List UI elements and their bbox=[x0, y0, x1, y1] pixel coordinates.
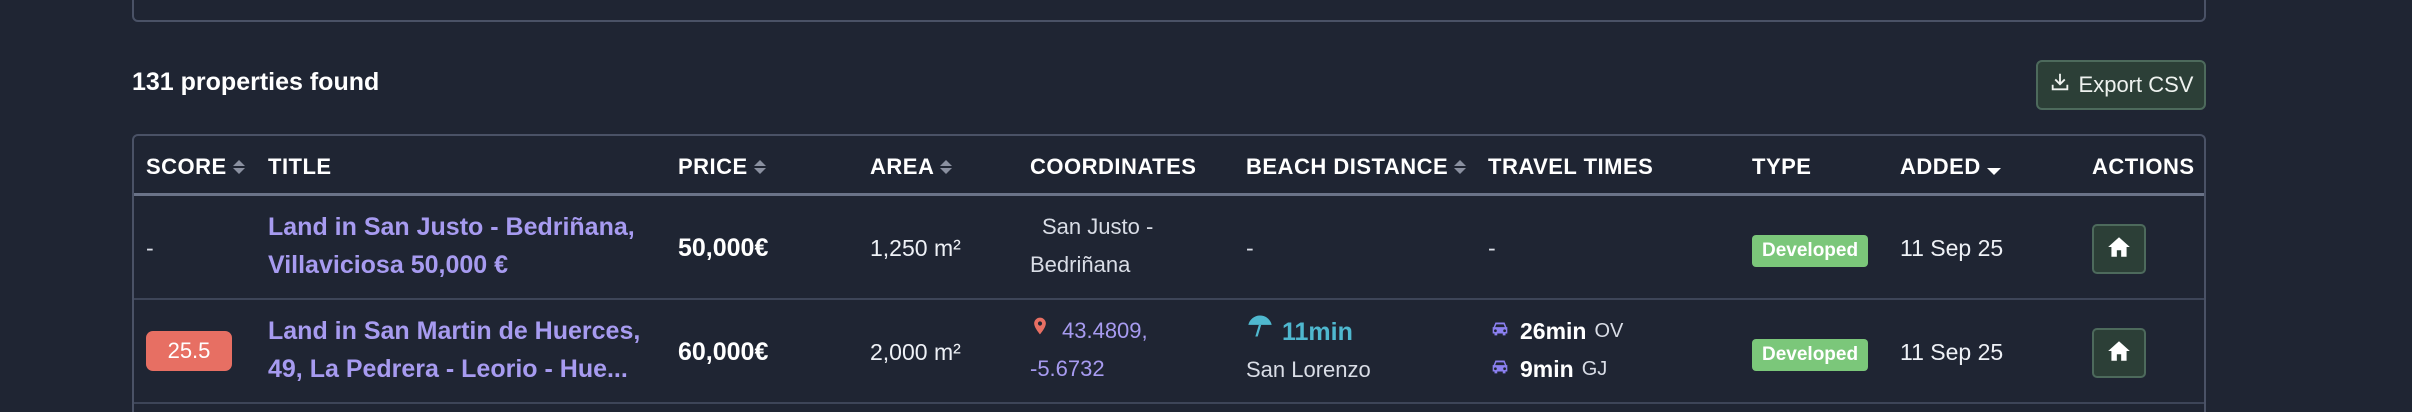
car-icon bbox=[1488, 312, 1512, 350]
table-row: 25.5 Land in San Martin de Huerces, 49, … bbox=[134, 300, 2204, 404]
umbrella-icon bbox=[1246, 312, 1274, 351]
column-header-actions: ACTIONS bbox=[2092, 154, 2195, 179]
map-pin-icon bbox=[1030, 312, 1050, 350]
results-count: 131 properties found bbox=[132, 68, 380, 96]
sort-icon bbox=[1454, 160, 1467, 174]
beach-distance-value: - bbox=[1246, 235, 1254, 261]
column-header-type[interactable]: TYPE bbox=[1752, 154, 1811, 180]
beach-distance-cell: 11min San Lorenzo bbox=[1246, 312, 1371, 389]
added-date: 11 Sep 25 bbox=[1900, 235, 2004, 261]
column-header-area[interactable]: AREA bbox=[870, 154, 953, 180]
table-row: - Land in San Justo - Bedriñana, Villavi… bbox=[134, 196, 2204, 300]
home-icon bbox=[2106, 234, 2132, 265]
score-cell: 25.5 bbox=[146, 331, 232, 371]
sort-icon bbox=[232, 160, 245, 174]
column-header-price[interactable]: PRICE bbox=[678, 154, 766, 180]
score-badge: 25.5 bbox=[146, 331, 232, 371]
type-cell: Developed bbox=[1752, 229, 1869, 267]
view-property-button[interactable] bbox=[2092, 224, 2146, 274]
travel-time-item: 9min GJ bbox=[1488, 350, 1623, 388]
column-header-title[interactable]: TITLE bbox=[268, 154, 332, 180]
type-cell: Developed bbox=[1752, 333, 1869, 371]
sort-icon bbox=[940, 160, 953, 174]
download-icon bbox=[2049, 71, 2071, 99]
sort-icon bbox=[753, 160, 766, 174]
coordinates-location: San Justo - Bedriñana bbox=[1030, 214, 1154, 277]
table-header: SCORE TITLE PRICE AREA COORDINATES BEACH… bbox=[134, 136, 2204, 196]
coordinates-link[interactable]: 43.4809, -5.6732 bbox=[1030, 312, 1148, 388]
travel-time-item: 26min OV bbox=[1488, 312, 1623, 350]
beach-time: 11min bbox=[1282, 317, 1353, 346]
travel-times-cell: 26min OV 9min GJ bbox=[1488, 312, 1623, 388]
export-csv-button[interactable]: Export CSV bbox=[2036, 60, 2206, 110]
column-header-coordinates[interactable]: COORDINATES bbox=[1030, 154, 1196, 180]
type-badge: Developed bbox=[1752, 235, 1869, 267]
home-icon bbox=[2106, 338, 2132, 369]
score-value: - bbox=[146, 235, 154, 261]
sort-desc-icon bbox=[1986, 167, 2001, 175]
price-value: 50,000€ bbox=[678, 234, 769, 262]
added-date: 11 Sep 25 bbox=[1900, 339, 2004, 365]
type-badge: Developed bbox=[1752, 339, 1869, 371]
price-value: 60,000€ bbox=[678, 338, 769, 366]
export-csv-label: Export CSV bbox=[2078, 72, 2194, 97]
filters-panel-bottom bbox=[132, 0, 2206, 22]
property-title-link[interactable]: Land in San Justo - Bedriñana, Villavici… bbox=[268, 208, 635, 284]
property-title-link[interactable]: Land in San Martin de Huerces, 49, La Pe… bbox=[268, 312, 640, 388]
column-header-beach-distance[interactable]: BEACH DISTANCE bbox=[1246, 154, 1467, 180]
area-value: 1,250 m² bbox=[870, 235, 961, 261]
column-header-score[interactable]: SCORE bbox=[146, 154, 245, 180]
view-property-button[interactable] bbox=[2092, 328, 2146, 378]
column-header-added[interactable]: ADDED bbox=[1900, 154, 2001, 180]
area-value: 2,000 m² bbox=[870, 339, 961, 365]
column-header-travel-times[interactable]: TRAVEL TIMES bbox=[1488, 154, 1653, 180]
travel-times-value: - bbox=[1488, 235, 1496, 261]
beach-name: San Lorenzo bbox=[1246, 357, 1371, 382]
car-icon bbox=[1488, 350, 1512, 388]
properties-table: SCORE TITLE PRICE AREA COORDINATES BEACH… bbox=[132, 134, 2206, 412]
